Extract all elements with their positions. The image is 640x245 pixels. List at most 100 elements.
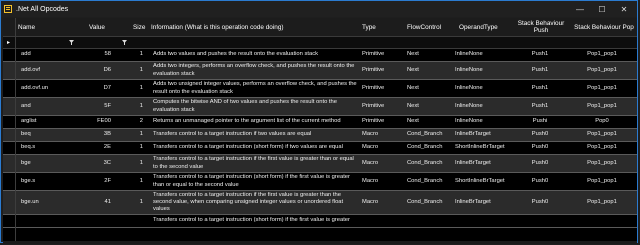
cell-stack-push: Push1: [531, 51, 549, 58]
close-button[interactable]: ✕: [613, 1, 635, 17]
cell-information: Adds two unsigned integer values, perfor…: [153, 81, 357, 95]
cell-flowcontrol: Next: [407, 66, 419, 73]
table-row[interactable]: Transfers control to a target instructio…: [3, 215, 637, 228]
cell-value: 2E: [103, 144, 111, 151]
cell-operandtype: ShortInlineBrTarget: [455, 144, 505, 151]
cell-information: Transfers control to a target instructio…: [153, 131, 312, 138]
cell-stack-pop: Pop0: [595, 118, 609, 125]
column-header-operandtype[interactable]: OperandType: [459, 18, 509, 36]
filter-row: ▸: [3, 37, 637, 49]
cell-operandtype: InlineNone: [455, 84, 483, 91]
window-title: .Net All Opcodes: [16, 5, 69, 13]
cell-information: Computes the bitwise AND of two values a…: [153, 99, 337, 113]
column-header-flowcontrol[interactable]: FlowControl: [407, 18, 449, 36]
cell-value: D6: [103, 66, 111, 73]
cell-size: 1: [139, 177, 143, 184]
cell-stack-push: Push0: [531, 177, 549, 184]
cell-name: [21, 215, 81, 227]
cell-type: Primitive: [362, 66, 385, 73]
cell-stack-push: Push0: [531, 159, 549, 166]
column-header-value[interactable]: Value: [89, 18, 113, 36]
cell-information: Transfers control to a target instructio…: [153, 144, 343, 151]
cell-stack-push: Push0: [531, 198, 549, 205]
cell-information: Returns an unmanaged pointer to the argu…: [153, 118, 341, 125]
cell-flowcontrol: Cond_Branch: [407, 198, 443, 205]
cell-name: add.ovf: [21, 66, 41, 73]
column-header-name[interactable]: Name: [18, 18, 78, 36]
cell-operandtype: InlineBrTarget: [455, 198, 491, 205]
horizontal-scrollbar[interactable]: [3, 241, 637, 244]
cell-value: 41: [104, 198, 111, 205]
cell-size: 1: [139, 198, 143, 205]
cell-size: 1: [139, 131, 143, 138]
cell-operandtype: InlineNone: [455, 51, 483, 58]
cell-value: [81, 215, 111, 227]
cell-value: 58: [104, 51, 111, 58]
cell-information: Transfers control to a target instructio…: [153, 217, 350, 224]
title-bar[interactable]: .Net All Opcodes — ☐ ✕: [1, 1, 637, 17]
opcodes-window: .Net All Opcodes — ☐ ✕ Name Value Size I…: [0, 0, 638, 244]
cell-value: 3C: [103, 159, 111, 166]
cell-size: 1: [139, 66, 143, 73]
table-row[interactable]: add 58 1 Adds two values and pushes the res…: [3, 49, 637, 62]
maximize-button[interactable]: ☐: [591, 1, 613, 17]
filter-funnel-icon: [69, 40, 74, 45]
table-row[interactable]: add.ovf D6 1 Adds two integers, performs an…: [3, 62, 637, 80]
cell-size: 2: [139, 118, 143, 125]
cell-flowcontrol: Next: [407, 84, 419, 91]
cell-stack-push: Push1: [531, 102, 549, 109]
table-row[interactable]: bge 3C 1 Transfers control to a target inst…: [3, 155, 637, 173]
cell-type: Macro: [362, 144, 379, 151]
table-row[interactable]: bge.un 41 1 Transfers control to a target i…: [3, 191, 637, 215]
minimize-button[interactable]: —: [569, 1, 591, 17]
cell-name: add: [21, 51, 31, 58]
cell-type: Macro: [362, 131, 379, 138]
table-row[interactable]: beq.s 2E 1 Transfers control to a target in…: [3, 142, 637, 155]
filter-name[interactable]: [18, 37, 74, 48]
cell-stack-pop: Pop1_pop1: [587, 177, 617, 184]
column-header-type[interactable]: Type: [362, 18, 402, 36]
cell-operandtype: ShortInlineBrTarget: [455, 177, 505, 184]
cell-stack-push: Push0: [531, 131, 549, 138]
cell-flowcontrol: Next: [407, 51, 419, 58]
cell-value: 5F: [104, 102, 111, 109]
column-header-information[interactable]: Information (What is this operation code…: [151, 18, 357, 36]
column-header-stack-pop[interactable]: Stack Behaviour Pop: [571, 18, 637, 36]
cell-stack-pop: Pop1_pop1: [587, 102, 617, 109]
cell-size: 1: [139, 84, 143, 91]
cell-information: Transfers control to a target instructio…: [153, 191, 344, 213]
cell-value: 2F: [104, 177, 111, 184]
cell-operandtype: InlineNone: [455, 102, 483, 109]
cell-operandtype: InlineBrTarget: [455, 131, 491, 138]
cell-value: D7: [103, 84, 111, 91]
cell-information: Adds two integers, performs an overflow …: [153, 63, 355, 77]
cell-flowcontrol: Cond_Branch: [407, 131, 443, 138]
cell-stack-push: Push1: [531, 66, 549, 73]
cell-information: Adds two values and pushes the result on…: [153, 51, 318, 58]
table-row[interactable]: bge.s 2F 1 Transfers control to a target in…: [3, 173, 637, 191]
filter-value[interactable]: [85, 37, 127, 48]
cell-size: 1: [139, 102, 143, 109]
cell-type: Primitive: [362, 84, 385, 91]
table-row[interactable]: add.ovf.un D7 1 Adds two unsigned integer v…: [3, 80, 637, 98]
table-row[interactable]: and 5F 1 Computes the bitwise AND of two va…: [3, 98, 637, 116]
opcodes-grid[interactable]: Name Value Size Information (What is thi…: [3, 18, 637, 241]
table-row[interactable]: beq 3B 1 Transfers control to a target inst…: [3, 129, 637, 142]
cell-name: bge.un: [21, 198, 39, 205]
table-row[interactable]: arglist FE00 2 Returns an unmanaged pointer…: [3, 116, 637, 129]
cell-stack-push: Push1: [531, 84, 549, 91]
cell-size: [131, 215, 143, 227]
grid-rows: add 58 1 Adds two values and pushes the res…: [3, 49, 637, 241]
cell-type: Primitive: [362, 51, 385, 58]
cell-value: 3B: [103, 131, 111, 138]
cell-flowcontrol: Next: [407, 118, 419, 125]
app-icon: [4, 5, 12, 13]
column-header-size[interactable]: Size: [133, 18, 151, 36]
cell-name: add.ovf.un: [21, 84, 49, 91]
cell-name: beq.s: [21, 144, 36, 151]
window-controls: — ☐ ✕: [569, 1, 635, 17]
cell-type: Primitive: [362, 118, 385, 125]
column-header-stack-push[interactable]: Stack Behaviour Push: [511, 18, 571, 36]
cell-information: Transfers control to a target instructio…: [153, 156, 354, 170]
cell-stack-push: Pushi: [532, 118, 548, 125]
